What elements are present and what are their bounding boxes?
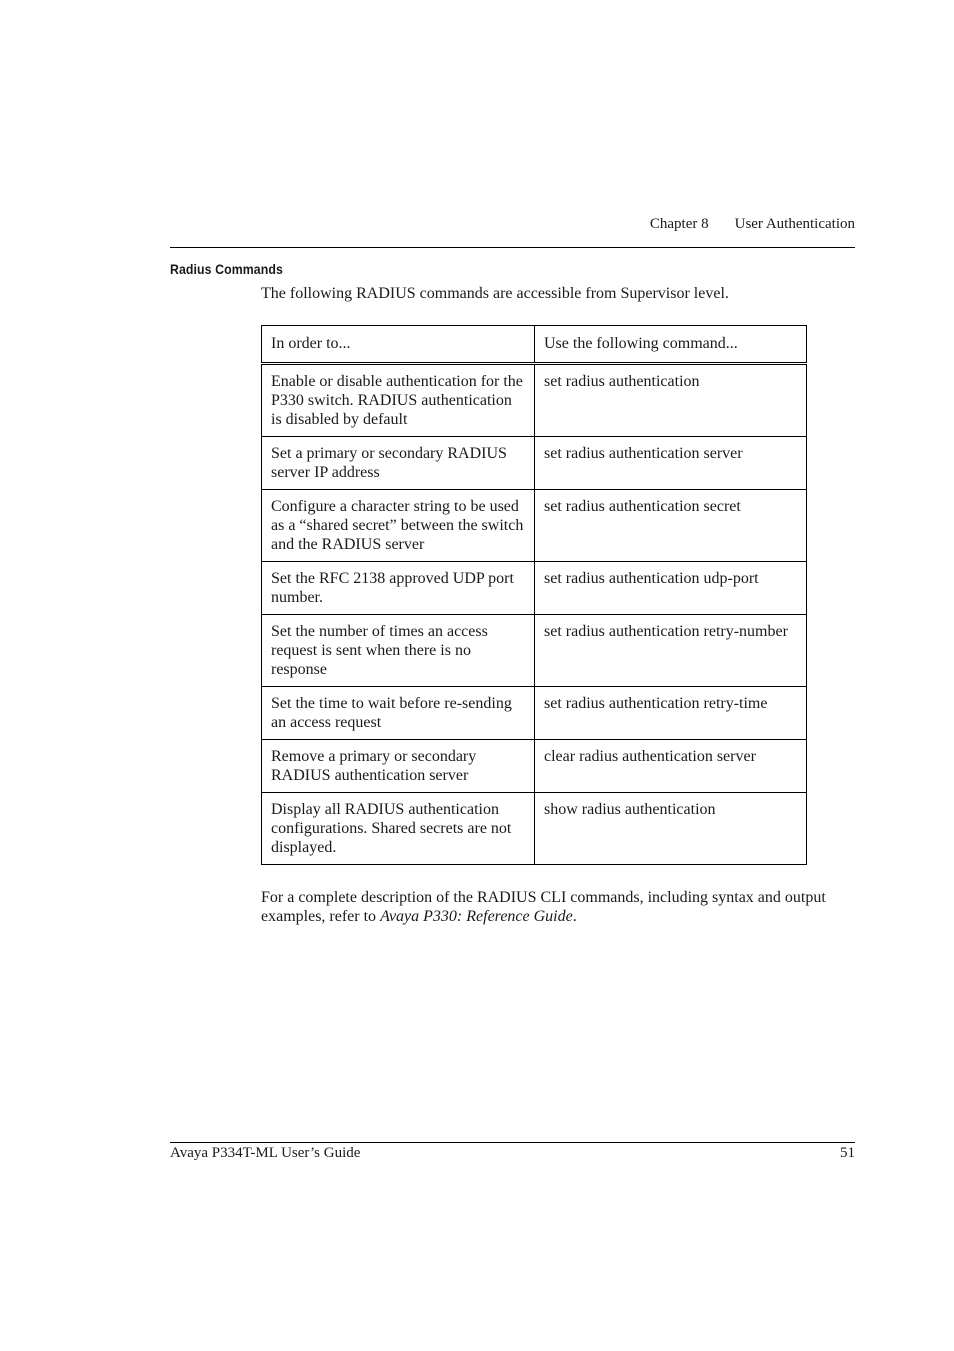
purpose-cell: Set the RFC 2138 approved UDP port numbe… xyxy=(261,561,535,615)
command-cell: set radius authentication secret xyxy=(534,489,807,562)
purpose-cell: Display all RADIUS authentication config… xyxy=(261,792,535,865)
command-cell: clear radius authentication server xyxy=(534,739,807,793)
command-cell: set radius authentication udp-port xyxy=(534,561,807,615)
purpose-cell: Enable or disable authentication for the… xyxy=(261,363,535,437)
table-row: Set the RFC 2138 approved UDP port numbe… xyxy=(261,561,807,615)
column-header-purpose: In order to... xyxy=(261,325,535,364)
column-header-command: Use the following command... xyxy=(534,325,807,364)
purpose-cell: Set the number of times an access reques… xyxy=(261,614,535,687)
command-cell: set radius authentication xyxy=(534,363,807,437)
closing-paragraph: For a complete description of the RADIUS… xyxy=(261,888,851,926)
chapter-title: User Authentication xyxy=(734,216,855,232)
chapter-number: Chapter 8 xyxy=(649,216,709,232)
table-row: Set a primary or secondary RADIUS server… xyxy=(261,436,807,490)
table-row: Enable or disable authentication for the… xyxy=(261,363,807,437)
table-row: Display all RADIUS authentication config… xyxy=(261,792,807,865)
footer-guide-title: Avaya P334T-ML User’s Guide xyxy=(170,1145,361,1161)
closing-period: . xyxy=(572,908,577,925)
purpose-cell: Set a primary or secondary RADIUS server… xyxy=(261,436,535,490)
section-heading: Radius Commands xyxy=(170,261,283,277)
page-number: 51 xyxy=(840,1145,855,1161)
command-cell: show radius authentication xyxy=(534,792,807,865)
reference-guide-title: Avaya P330: Reference Guide xyxy=(380,908,573,925)
table-row: Configure a character string to be used … xyxy=(261,489,807,562)
radius-commands-table: In order to... Use the following command… xyxy=(261,325,807,865)
command-cell: set radius authentication server xyxy=(534,436,807,490)
purpose-cell: Remove a primary or secondary RADIUS aut… xyxy=(261,739,535,793)
table-row: Set the time to wait before re-sending a… xyxy=(261,686,807,740)
intro-paragraph: The following RADIUS commands are access… xyxy=(261,285,729,302)
table-row: Set the number of times an access reques… xyxy=(261,614,807,687)
command-cell: set radius authentication retry-time xyxy=(534,686,807,740)
command-cell: set radius authentication retry-number xyxy=(534,614,807,687)
page-header: Chapter 8 User Authentication xyxy=(170,214,855,248)
running-header: Chapter 8 User Authentication xyxy=(650,216,855,233)
page-footer: Avaya P334T-ML User’s Guide 51 xyxy=(170,1142,855,1161)
table-row: Remove a primary or secondary RADIUS aut… xyxy=(261,739,807,793)
purpose-cell: Set the time to wait before re-sending a… xyxy=(261,686,535,740)
table-header-row: In order to... Use the following command… xyxy=(261,325,807,364)
purpose-cell: Configure a character string to be used … xyxy=(261,489,535,562)
